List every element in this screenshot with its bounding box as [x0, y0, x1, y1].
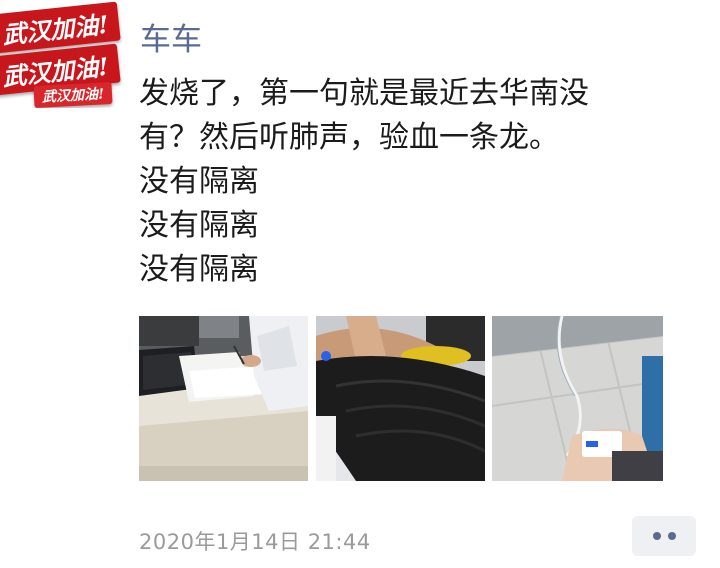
photo-grid [139, 316, 663, 481]
more-dot-icon [667, 532, 676, 540]
photo-iv-drip[interactable] [492, 316, 663, 481]
post-text-line: 没有隔离 [139, 252, 259, 287]
photo-doctor-desk-image [139, 316, 308, 481]
post-text-line: 发烧了，第一句就是最近去华南没 [139, 76, 589, 111]
photo-patient-arm[interactable] [316, 316, 485, 481]
avatar[interactable]: 武汉加油! 武汉加油! 武汉加油! [0, 0, 138, 108]
post-text: 发烧了，第一句就是最近去华南没 有？然后听肺声，验血一条龙。 没有隔离 没有隔离… [139, 72, 669, 292]
photo-patient-arm-image [316, 316, 485, 481]
post-timestamp: 2020年1月14日 21:44 [139, 530, 371, 554]
more-dot-icon [652, 532, 661, 540]
post-text-line: 有？然后听肺声，验血一条龙。 [139, 120, 559, 155]
photo-doctor-desk[interactable] [139, 316, 308, 481]
post-text-line: 没有隔离 [139, 164, 259, 199]
more-options-button[interactable] [632, 516, 696, 556]
username[interactable]: 车车 [140, 14, 202, 59]
post-text-line: 没有隔离 [139, 208, 259, 243]
photo-iv-drip-image [492, 316, 663, 481]
moments-post: 武汉加油! 武汉加油! 武汉加油! 车车 发烧了，第一句就是最近去华南没 有？然… [0, 0, 720, 568]
avatar-stamp-text: 武汉加油! [33, 81, 113, 108]
